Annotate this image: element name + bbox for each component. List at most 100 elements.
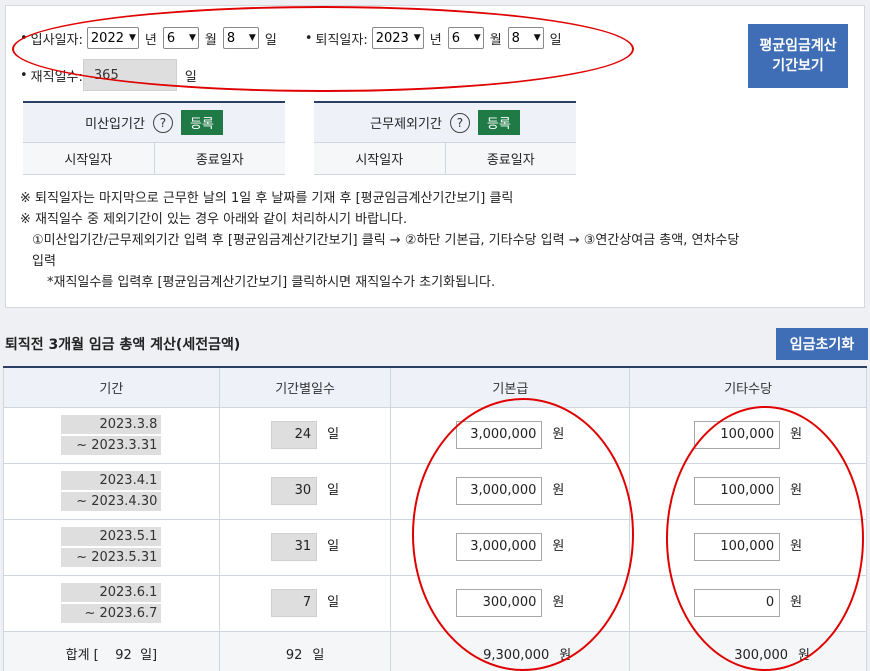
base-pay-input[interactable]: 300,000 xyxy=(456,589,543,617)
year-unit: 년 xyxy=(429,32,442,48)
month-unit: 월 xyxy=(489,32,502,48)
period-from: 2023.6.1 xyxy=(61,583,162,602)
period-to: ~ 2023.3.31 xyxy=(61,436,162,455)
days-cell: 24 일 xyxy=(218,406,392,464)
table-row: 2023.3.8 ~ 2023.3.31 24 일 3,000,000 원 100,… xyxy=(3,406,867,464)
period-to: ~ 2023.6.7 xyxy=(61,604,162,623)
unpaid-period-title: 미산입기간 xyxy=(85,117,145,132)
period-from: 2023.5.1 xyxy=(61,527,162,546)
note-line: 입력 xyxy=(32,254,56,269)
period-from: 2023.4.1 xyxy=(61,471,162,490)
chevron-down-icon: ▼ xyxy=(128,33,136,43)
non-work-start-label: 시작일자 xyxy=(314,143,446,174)
day-unit: 일 xyxy=(549,32,562,48)
avg-button-line2: 기간보기 xyxy=(772,58,824,74)
base-pay-cell: 300,000 원 xyxy=(390,574,631,632)
leave-day-select[interactable]: 8 ▼ xyxy=(507,27,544,49)
reset-wage-button[interactable]: 임금초기화 xyxy=(776,328,868,360)
help-icon[interactable]: ? xyxy=(449,112,470,133)
day-unit: 일 xyxy=(327,427,340,442)
other-allowance-input[interactable]: 0 xyxy=(694,589,781,617)
non-work-period-box: 근무제외기간 ? 등록 시작일자 종료일자 xyxy=(314,101,576,175)
hire-day-select[interactable]: 8 ▼ xyxy=(222,27,259,49)
chevron-down-icon: ▼ xyxy=(533,33,541,43)
hire-date-label: 입사일자: xyxy=(30,32,83,48)
days-field: 24 xyxy=(271,421,318,449)
won-unit: 원 xyxy=(552,483,565,498)
total-other-cell: 300,000 원 xyxy=(629,630,867,671)
won-unit: 원 xyxy=(790,483,803,498)
total-other-allowance: 300,000 xyxy=(734,647,789,663)
base-pay-cell: 3,000,000 원 xyxy=(390,462,631,520)
days-cell: 31 일 xyxy=(218,518,392,576)
days-field: 31 xyxy=(271,533,318,561)
service-days-field[interactable]: 365 xyxy=(82,59,177,91)
won-unit: 원 xyxy=(790,595,803,610)
day-unit: 일 xyxy=(327,595,340,610)
table-header-row: 기간 기간별일수 기본급 기타수당 xyxy=(3,367,867,408)
note-line: ①미산입기간/근무제외기간 입력 후 [평균임금계산기간보기] 클릭 → ②하단… xyxy=(32,233,740,248)
won-unit: 원 xyxy=(790,539,803,554)
other-allowance-cell: 0원 xyxy=(629,574,867,632)
leave-month-select[interactable]: 6 ▼ xyxy=(447,27,484,49)
note-line: *재직일수를 입력후 [평균임금계산기간보기] 클릭하시면 재직일수가 초기화됩… xyxy=(47,275,496,290)
hire-month-select[interactable]: 6 ▼ xyxy=(162,27,199,49)
base-pay-cell: 3,000,000 원 xyxy=(390,518,631,576)
days-field: 30 xyxy=(271,477,318,505)
period-to: ~ 2023.4.30 xyxy=(61,492,162,511)
period-to: ~ 2023.5.31 xyxy=(61,548,162,567)
month-unit: 월 xyxy=(204,32,217,48)
leave-year-select[interactable]: 2023 ▼ xyxy=(371,27,424,49)
total-base-pay: 9,300,000 xyxy=(483,647,550,663)
unpaid-start-label: 시작일자 xyxy=(23,143,155,174)
base-pay-cell: 3,000,000 원 xyxy=(390,406,631,464)
help-icon[interactable]: ? xyxy=(152,112,173,133)
chevron-down-icon: ▼ xyxy=(188,33,196,43)
days-field: 7 xyxy=(271,589,318,617)
won-unit: 원 xyxy=(790,427,803,442)
won-unit: 원 xyxy=(552,539,565,554)
base-pay-input[interactable]: 3,000,000 xyxy=(456,421,543,449)
day-unit: 일 xyxy=(264,32,277,48)
base-pay-input[interactable]: 3,000,000 xyxy=(456,533,543,561)
non-work-end-label: 종료일자 xyxy=(486,153,535,168)
total-days: 92 xyxy=(285,647,303,663)
days-cell: 7일 xyxy=(218,574,392,632)
day-unit: 일 xyxy=(312,647,325,663)
base-pay-input[interactable]: 3,000,000 xyxy=(456,477,543,505)
wage-table: 기간 기간별일수 기본급 기타수당 2023.3.8 ~ 2023.3.31 2… xyxy=(3,366,867,671)
year-unit: 년 xyxy=(144,32,157,48)
leave-date-label: 퇴직일자: xyxy=(315,32,368,48)
table-row: 2023.5.1 ~ 2023.5.31 31 일 3,000,000 원 100,… xyxy=(3,518,867,576)
other-allowance-input[interactable]: 100,000 xyxy=(694,421,781,449)
note-line: ※ 퇴직일자는 마지막으로 근무한 날의 1일 후 날짜를 기재 후 [평균임금… xyxy=(20,191,514,206)
service-row: • 재직일수: 365 일 xyxy=(20,59,197,91)
unpaid-register-button[interactable]: 등록 xyxy=(180,110,223,135)
non-work-period-header: 근무제외기간 ? 등록 xyxy=(314,103,576,143)
total-row: 합계 [ 92 일] 92 일 9,300,000 원 300,000 원 xyxy=(3,630,867,671)
won-unit: 원 xyxy=(552,595,565,610)
column-header: 기간 xyxy=(3,367,220,408)
avg-wage-period-button[interactable]: 평균임금계산 기간보기 xyxy=(748,24,848,88)
bullet: • xyxy=(20,30,28,46)
hire-year-select[interactable]: 2022 ▼ xyxy=(86,27,139,49)
column-header: 기간별일수 xyxy=(218,367,392,408)
chevron-down-icon: ▼ xyxy=(248,33,256,43)
unpaid-period-box: 미산입기간 ? 등록 시작일자 종료일자 xyxy=(23,101,285,175)
other-allowance-cell: 100,000 원 xyxy=(629,518,867,576)
other-allowance-cell: 100,000 원 xyxy=(629,462,867,520)
other-allowance-cell: 100,000 원 xyxy=(629,406,867,464)
other-allowance-input[interactable]: 100,000 xyxy=(694,533,781,561)
day-unit: 일 xyxy=(327,483,340,498)
avg-button-line1: 평균임금계산 xyxy=(759,38,837,54)
period-cell: 2023.3.8 ~ 2023.3.31 xyxy=(3,406,220,464)
other-allowance-input[interactable]: 100,000 xyxy=(694,477,781,505)
total-label: 합계 [ 92 일] xyxy=(3,630,220,671)
non-work-period-columns: 시작일자 종료일자 xyxy=(314,143,576,175)
won-unit: 원 xyxy=(798,647,810,663)
days-cell: 30 일 xyxy=(218,462,392,520)
bullet: • xyxy=(304,30,313,46)
service-days-unit: 일 xyxy=(184,69,197,85)
non-work-register-button[interactable]: 등록 xyxy=(477,110,520,135)
period-cell: 2023.4.1 ~ 2023.4.30 xyxy=(3,462,220,520)
